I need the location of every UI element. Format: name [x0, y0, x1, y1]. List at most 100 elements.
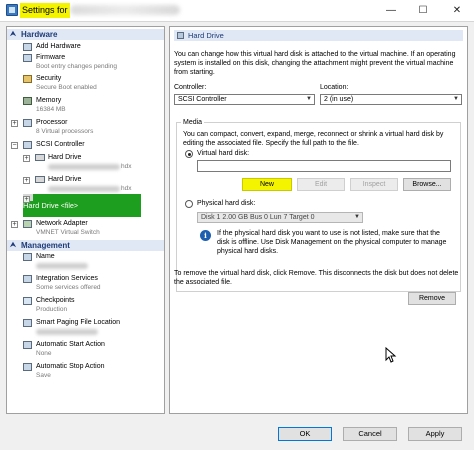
- expand-icon[interactable]: +: [11, 221, 18, 228]
- tree-item-memory[interactable]: Memory 16384 MB: [7, 96, 164, 116]
- tree-item-smart-paging[interactable]: Smart Paging File Location: [7, 318, 164, 338]
- settings-tree[interactable]: ⮝ Hardware Add Hardware Firmware Boot en…: [6, 26, 165, 414]
- expand-icon[interactable]: +: [23, 196, 30, 203]
- cancel-button[interactable]: Cancel: [343, 427, 397, 441]
- controller-icon: [23, 141, 32, 149]
- location-select[interactable]: 2 (in use) ▼: [320, 94, 462, 105]
- tree-item-security[interactable]: Security Secure Boot enabled: [7, 74, 164, 94]
- security-icon: [23, 75, 32, 83]
- tree-item-sublabel: Production: [36, 306, 68, 313]
- collapse-chevron-icon[interactable]: ⮝: [10, 29, 16, 40]
- tree-item-sublabel: <file>: [60, 203, 78, 210]
- tree-item-network-adapter[interactable]: + Network Adapter VMNET Virtual Switch: [7, 219, 164, 239]
- collapse-chevron-icon[interactable]: ⮝: [10, 240, 16, 251]
- close-button[interactable]: ✕: [440, 0, 474, 22]
- new-button[interactable]: New: [242, 178, 292, 191]
- mouse-cursor-icon: [385, 347, 397, 363]
- tree-item-sublabel: Some services offered: [36, 284, 101, 291]
- edit-button[interactable]: Edit: [297, 178, 345, 191]
- physical-hard-disk-radio[interactable]: [185, 200, 193, 208]
- tree-item-label: SCSI Controller: [36, 141, 85, 148]
- tree-item-sublabel: VMNET Virtual Switch: [36, 229, 100, 236]
- tree-item-label: Processor: [36, 119, 68, 126]
- panel-header: Hard Drive: [174, 30, 463, 41]
- physical-disk-info-text: If the physical hard disk you want to us…: [217, 230, 447, 255]
- tree-item-sublabel: Secure Boot enabled: [36, 84, 97, 91]
- redacted-name: [36, 263, 88, 269]
- info-icon: i: [200, 230, 211, 241]
- redacted-path: [48, 186, 120, 192]
- tree-item-firmware[interactable]: Firmware Boot entry changes pending: [7, 53, 164, 73]
- integration-services-icon: [23, 275, 32, 283]
- smart-paging-icon: [23, 319, 32, 327]
- apply-button[interactable]: Apply: [408, 427, 462, 441]
- tree-item-sublabel: None: [36, 350, 52, 357]
- management-section-label: Management: [21, 241, 70, 250]
- tree-item-sublabel: Save: [36, 372, 51, 379]
- panel-title: Hard Drive: [188, 31, 224, 40]
- intro-text: You can change how this virtual hard dis…: [174, 51, 456, 76]
- remove-text: To remove the virtual hard disk, click R…: [174, 270, 459, 286]
- controller-label: Controller:: [174, 84, 207, 91]
- virtual-hard-disk-path-input[interactable]: [197, 160, 451, 172]
- tree-item-sublabel: 8 Virtual processors: [36, 128, 94, 135]
- tree-item-automatic-start[interactable]: Automatic Start Action None: [7, 340, 164, 360]
- window-title: Settings for: [20, 3, 70, 18]
- tree-item-label: Hard Drive: [48, 154, 82, 161]
- memory-icon: [23, 97, 32, 105]
- expand-icon[interactable]: +: [11, 120, 18, 127]
- tree-item-sublabel: hdx: [121, 185, 132, 192]
- tree-item-checkpoints[interactable]: Checkpoints Production: [7, 296, 164, 316]
- settings-app-icon: [6, 4, 18, 16]
- physical-disk-select[interactable]: Disk 1 2.00 GB Bus 0 Lun 7 Target 0 ▼: [197, 212, 363, 223]
- media-groupbox: Media You can compact, convert, expand, …: [176, 118, 461, 292]
- physical-hard-disk-label: Physical hard disk:: [197, 200, 256, 207]
- tree-item-automatic-stop[interactable]: Automatic Stop Action Save: [7, 362, 164, 382]
- tree-item-name[interactable]: Name: [7, 252, 164, 272]
- firmware-icon: [23, 54, 32, 62]
- virtual-hard-disk-radio[interactable]: [185, 150, 193, 158]
- tree-item-processor[interactable]: + Processor 8 Virtual processors: [7, 118, 164, 138]
- automatic-stop-icon: [23, 363, 32, 371]
- chevron-down-icon: ▼: [453, 96, 459, 102]
- management-section-header[interactable]: ⮝ Management: [7, 240, 164, 251]
- tree-item-sublabel: Boot entry changes pending: [36, 63, 117, 70]
- expand-icon[interactable]: +: [23, 155, 30, 162]
- automatic-start-icon: [23, 341, 32, 349]
- collapse-icon[interactable]: −: [11, 142, 18, 149]
- tree-item-hard-drive-selected[interactable]: + Hard Drive <file>: [23, 194, 141, 217]
- maximize-button[interactable]: ☐: [406, 0, 440, 22]
- tree-item-integration-services[interactable]: Integration Services Some services offer…: [7, 274, 164, 294]
- hardware-section-header[interactable]: ⮝ Hardware: [7, 29, 164, 40]
- tree-item-label: Firmware: [36, 54, 66, 61]
- hard-drive-icon: [35, 154, 45, 161]
- chevron-down-icon: ▼: [354, 214, 360, 220]
- ok-button[interactable]: OK: [278, 427, 332, 441]
- remove-button[interactable]: Remove: [408, 292, 456, 305]
- tree-item-label: Network Adapter: [36, 220, 88, 227]
- minimize-button[interactable]: —: [374, 0, 408, 22]
- tree-item-hard-drive-1[interactable]: + Hard Drive hdx: [7, 153, 164, 173]
- tree-item-hard-drive-2[interactable]: + Hard Drive hdx: [7, 175, 164, 195]
- hardware-section-label: Hardware: [21, 30, 58, 39]
- browse-button[interactable]: Browse...: [403, 178, 451, 191]
- hard-drive-icon: [177, 32, 184, 39]
- virtual-hard-disk-label: Virtual hard disk:: [197, 150, 250, 157]
- controller-select[interactable]: SCSI Controller ▼: [174, 94, 315, 105]
- tree-item-scsi-controller[interactable]: − SCSI Controller: [7, 140, 164, 151]
- title-bar: Settings for — ☐ ✕: [0, 0, 474, 22]
- expand-icon[interactable]: +: [23, 177, 30, 184]
- redacted-vm-name: [70, 5, 180, 15]
- inspect-button[interactable]: Inspect: [350, 178, 398, 191]
- tree-item-add-hardware[interactable]: Add Hardware: [7, 42, 164, 53]
- name-icon: [23, 253, 32, 261]
- tree-item-label: Name: [36, 253, 55, 260]
- checkpoints-icon: [23, 297, 32, 305]
- tree-item-label: Automatic Start Action: [36, 341, 105, 348]
- physical-disk-value: Disk 1 2.00 GB Bus 0 Lun 7 Target 0: [201, 214, 315, 221]
- media-text: You can compact, convert, expand, merge,…: [183, 131, 444, 147]
- tree-item-label: Integration Services: [36, 275, 98, 282]
- processor-icon: [23, 119, 32, 127]
- tree-item-label: Memory: [36, 97, 62, 104]
- redacted-path: [36, 329, 98, 335]
